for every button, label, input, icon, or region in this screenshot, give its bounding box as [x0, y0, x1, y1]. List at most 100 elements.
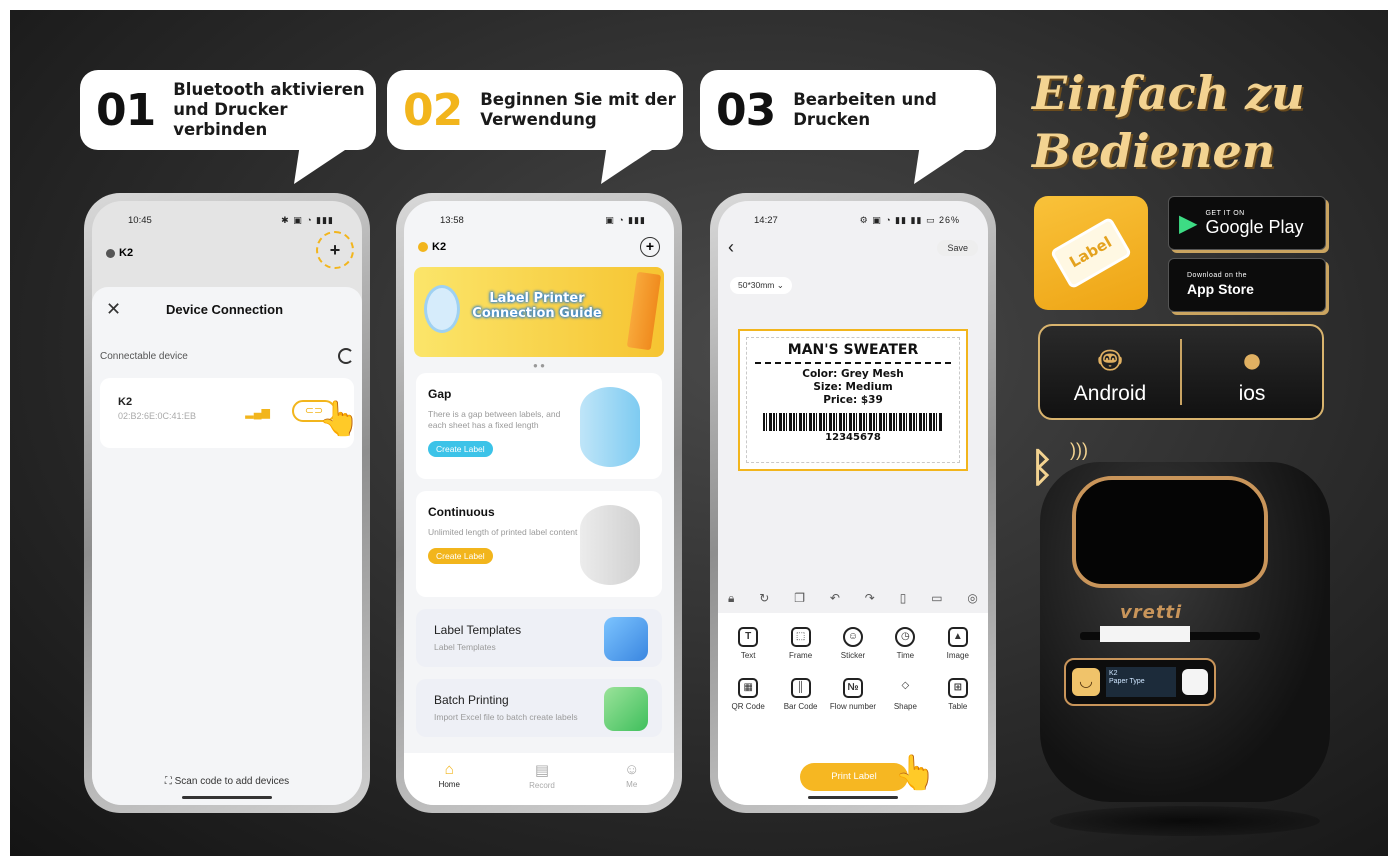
rotate-icon[interactable]: ↻	[759, 591, 769, 606]
apple-icon: ●	[1241, 339, 1263, 380]
tool-bar-code[interactable]: ║ Bar Code	[774, 678, 826, 711]
label-canvas[interactable]: MAN'S SWEATER Color: Grey Mesh Size: Med…	[738, 329, 968, 471]
headline-line2: Bedienen	[1032, 124, 1276, 178]
copy-icon[interactable]: ❐	[794, 591, 805, 606]
batch-printing-item[interactable]: Batch Printing Import Excel file to batc…	[416, 679, 662, 737]
status-bar: 10:45 ✱ ▣ ◔ ▮▮▮	[128, 215, 334, 226]
barcode-number: 12345678	[825, 432, 881, 443]
label-printer-image: vretti ◡ K2 Paper Type	[1040, 462, 1330, 802]
tab-me[interactable]: ☺ Me	[624, 761, 639, 805]
refresh-icon[interactable]	[338, 348, 354, 364]
android-icon: 🤖︎	[1099, 339, 1121, 380]
qr-code-icon: ▦	[738, 678, 759, 698]
insert-panel: T Text ⬚ Frame ☺ Sticker ◷ Time ▲ Image ▦ QR C…	[718, 613, 988, 753]
step-3-text: Bearbeiten und Drucken	[793, 90, 937, 130]
ios-label: ios	[1238, 382, 1266, 405]
add-device-button[interactable]: +	[316, 231, 354, 269]
batch-icon	[604, 687, 648, 731]
sheet-title: Device Connection	[166, 302, 284, 317]
phone-device-connection: 10:45 ✱ ▣ ◔ ▮▮▮ K2 + ✕ Device Connection…	[84, 193, 370, 813]
tool-flow-number[interactable]: № Flow number	[827, 678, 879, 711]
label-title: MAN'S SWEATER	[787, 342, 919, 358]
tool-frame-label: Frame	[789, 651, 813, 660]
add-button[interactable]: +	[640, 237, 660, 257]
continuous-create-label-button[interactable]: Create Label	[428, 548, 493, 564]
label-size-select[interactable]: 50*30mm ⌄	[730, 277, 792, 294]
tool-text[interactable]: T Text	[722, 627, 774, 660]
connectable-device-label: Connectable device	[100, 350, 188, 362]
tool-table-label: Table	[948, 702, 968, 711]
tool-flow-number-label: Flow number	[829, 702, 877, 711]
scan-code-button[interactable]: ⛶ Scan code to add devices	[92, 776, 362, 787]
step-2-text: Beginnen Sie mit der Verwendung	[480, 90, 676, 130]
device-title: K2	[106, 247, 133, 259]
shape-icon: ◇	[901, 680, 910, 691]
tool-image-label: Image	[946, 651, 969, 660]
tool-time-label: Time	[896, 651, 915, 660]
phone-3-screen: 14:27 ⚙ ▣ ◔ ▮▮ ▮▮ ▭ 26% ‹ Save 50*30mm ⌄…	[718, 201, 988, 805]
step-1-line1: Bluetooth aktivieren	[173, 80, 365, 99]
platform-android: 🤖︎ Android	[1040, 338, 1180, 406]
scan-icon: ⛶	[164, 776, 172, 787]
label-templates-item[interactable]: Label Templates Label Templates	[416, 609, 662, 667]
power-button-icon	[1182, 669, 1208, 695]
step-1-bubble: 01 Bluetooth aktivieren und Drucker verb…	[80, 70, 376, 150]
settings-icon[interactable]: ◎	[967, 591, 977, 606]
label-price-line: Price: $39	[823, 394, 883, 406]
platform-ios: ● ios	[1182, 338, 1322, 406]
tool-sticker-label: Sticker	[840, 651, 866, 660]
tab-record-label: Record	[529, 781, 555, 790]
label-reel-icon	[424, 285, 460, 333]
app-store-badge[interactable]: Download on the App Store	[1168, 258, 1326, 312]
undo-icon[interactable]: ↶	[830, 591, 840, 606]
gap-card[interactable]: Gap There is a gap between labels, and e…	[416, 373, 662, 479]
tool-shape[interactable]: ◇ Shape	[879, 678, 931, 711]
clock-icon: ◷	[895, 627, 916, 647]
tab-record[interactable]: ▤ Record	[529, 761, 555, 805]
step-3-line2: Drucken	[793, 110, 871, 129]
tool-table[interactable]: ⊞ Table	[932, 678, 984, 711]
barcode-graphic	[763, 413, 943, 431]
bluetooth-icon: ᛒ	[1030, 446, 1054, 490]
tool-frame[interactable]: ⬚ Frame	[774, 627, 826, 660]
headline-line1: Einfach zu	[1032, 66, 1305, 120]
redo-icon[interactable]: ↷	[865, 591, 875, 606]
tool-sticker[interactable]: ☺ Sticker	[827, 627, 879, 660]
continuous-roll-icon	[580, 505, 640, 585]
continuous-card[interactable]: Continuous Unlimited length of printed l…	[416, 491, 662, 597]
tab-home[interactable]: ⌂ Home	[439, 761, 460, 805]
connection-guide-banner[interactable]: Label Printer Connection Guide	[414, 267, 664, 357]
status-icons: ▣ ◔ ▮▮▮	[605, 215, 646, 225]
app-store-small: Download on the	[1187, 271, 1248, 279]
tool-bar-code-label: Bar Code	[783, 702, 818, 711]
lock-icon[interactable]: 🔒︎	[728, 591, 734, 606]
google-play-badge[interactable]: ▶ GET IT ON Google Play	[1168, 196, 1326, 250]
home-indicator	[182, 796, 272, 799]
gap-create-label-button[interactable]: Create Label	[428, 441, 493, 457]
print-label-button[interactable]: Print Label	[800, 763, 908, 791]
tool-image[interactable]: ▲ Image	[932, 627, 984, 660]
tool-qr-code[interactable]: ▦ QR Code	[722, 678, 774, 711]
step-1-number: 01	[96, 84, 156, 136]
step-1-text: Bluetooth aktivieren und Drucker verbind…	[173, 80, 376, 140]
status-icons: ✱ ▣ ◔ ▮▮▮	[281, 215, 334, 225]
status-bar: 14:27 ⚙ ▣ ◔ ▮▮ ▮▮ ▭ 26%	[754, 215, 960, 226]
back-icon[interactable]: ‹	[728, 237, 734, 258]
align-icon[interactable]: ▯	[900, 591, 907, 606]
image-icon: ▲	[947, 627, 968, 647]
distribute-icon[interactable]: ▭	[931, 591, 942, 606]
platforms-box: 🤖︎ Android ● ios	[1038, 324, 1324, 420]
step-2-bubble: 02 Beginnen Sie mit der Verwendung	[387, 70, 683, 150]
home-indicator	[808, 796, 898, 799]
tab-home-label: Home	[438, 780, 460, 789]
status-time: 10:45	[128, 215, 152, 226]
tool-time[interactable]: ◷ Time	[879, 627, 931, 660]
label-separator	[755, 362, 951, 364]
close-icon[interactable]: ✕	[106, 299, 166, 320]
device-card[interactable]: K2 02:B2:6E:0C:41:EB ▂▄▆ ⊂⊃	[100, 378, 354, 448]
label-size-line: Size: Medium	[813, 381, 893, 393]
flow-number-icon: №	[842, 678, 863, 698]
save-button[interactable]: Save	[937, 239, 978, 256]
step-2-number: 02	[403, 84, 463, 136]
label-color-line: Color: Grey Mesh	[802, 368, 904, 380]
